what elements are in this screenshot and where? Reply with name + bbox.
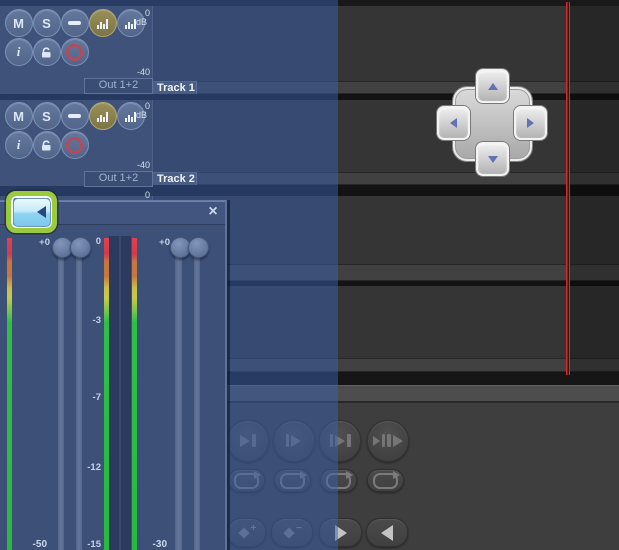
lock-button[interactable]: [33, 38, 61, 66]
minimize-track-button[interactable]: [61, 102, 89, 130]
meter-bars-icon: [97, 18, 108, 29]
record-icon: [66, 137, 83, 154]
highlight-annotation: [6, 191, 57, 233]
mute-button[interactable]: M: [5, 9, 33, 37]
solo-label: S: [42, 16, 51, 31]
record-button[interactable]: [61, 131, 89, 159]
scroll-up-button[interactable]: [476, 69, 509, 103]
arrow-left-icon: [37, 206, 46, 218]
range-bar-icon: [347, 434, 351, 447]
lock-button[interactable]: [33, 131, 61, 159]
info-button[interactable]: i: [5, 131, 33, 159]
record-button[interactable]: [61, 38, 89, 66]
playhead-cursor[interactable]: [566, 2, 571, 375]
output-routing-button[interactable]: Out 1+2: [84, 171, 153, 187]
previous-marker-button[interactable]: [366, 518, 408, 547]
track-header-2: M S i 0 dB -40 Out 1+2: [0, 100, 153, 186]
level-meter: [7, 238, 12, 550]
mute-label: M: [13, 109, 24, 124]
lock-open-icon: [40, 46, 53, 59]
record-icon: [66, 44, 83, 61]
play-sequence-button[interactable]: [367, 420, 409, 462]
previous-icon: [381, 525, 393, 541]
collapse-panel-button[interactable]: [13, 198, 51, 227]
lock-open-icon: [40, 139, 53, 152]
fader-value: -30: [130, 539, 167, 550]
fader-value: -50: [10, 539, 47, 550]
track-header-1: M S i 0 dB -40 Out 1+2: [0, 6, 153, 94]
mute-label: M: [13, 16, 24, 31]
level-meter-left: [104, 238, 109, 550]
peakmeter-active-button[interactable]: [89, 102, 117, 130]
meter-bars-icon: [97, 111, 108, 122]
meter-scale-top: 0: [138, 191, 150, 200]
fader-knob[interactable]: [188, 237, 209, 258]
gain-label: +0: [150, 238, 170, 248]
play-icon: [373, 436, 380, 446]
solo-button[interactable]: S: [33, 9, 61, 37]
post-playhead-shade: [569, 6, 619, 372]
fader-track[interactable]: [76, 251, 83, 550]
close-button[interactable]: ×: [205, 203, 221, 220]
output-routing-button[interactable]: Out 1+2: [84, 78, 153, 94]
solo-label: S: [42, 109, 51, 124]
meter-scale-bottom: -40: [125, 68, 150, 77]
fader-track[interactable]: [58, 251, 65, 550]
bar-icon: [387, 434, 391, 447]
meter-scale-unit: dB: [125, 18, 147, 27]
arrow-up-icon: [488, 83, 498, 90]
daw-window: + − M S i: [0, 0, 619, 550]
meter-well: [109, 236, 131, 550]
scroll-right-button[interactable]: [514, 106, 547, 140]
peakmeter-panel: × 0 -3 -7 -12 -15 +0 -50 +0 -30: [0, 200, 227, 550]
fader-track[interactable]: [194, 251, 201, 550]
bar-icon: [382, 434, 386, 447]
info-label: i: [17, 137, 21, 153]
minus-icon: [68, 21, 81, 26]
track-name-label[interactable]: Track 2: [153, 172, 197, 185]
fader-track[interactable]: [175, 251, 182, 550]
meter-scale-unit: dB: [125, 111, 147, 120]
loop-icon: [373, 473, 398, 489]
solo-button[interactable]: S: [33, 102, 61, 130]
loop-mode-button-4[interactable]: [367, 469, 404, 492]
peakmeter-active-button[interactable]: [89, 9, 117, 37]
arrow-down-icon: [488, 156, 498, 163]
play-icon: [393, 435, 403, 447]
track-name-label[interactable]: Track 1: [153, 81, 197, 94]
minus-icon: [68, 114, 81, 119]
minimize-track-button[interactable]: [61, 9, 89, 37]
gain-label: +0: [30, 238, 50, 248]
mute-button[interactable]: M: [5, 102, 33, 130]
info-button[interactable]: i: [5, 38, 33, 66]
arrow-left-icon: [450, 118, 457, 128]
scroll-left-button[interactable]: [437, 106, 470, 140]
arrow-right-icon: [527, 118, 534, 128]
info-label: i: [17, 44, 21, 60]
meter-scale-bottom: -40: [125, 161, 150, 170]
scroll-down-button[interactable]: [476, 142, 509, 176]
level-meter-right: [132, 238, 137, 550]
fader-knob[interactable]: [70, 237, 91, 258]
